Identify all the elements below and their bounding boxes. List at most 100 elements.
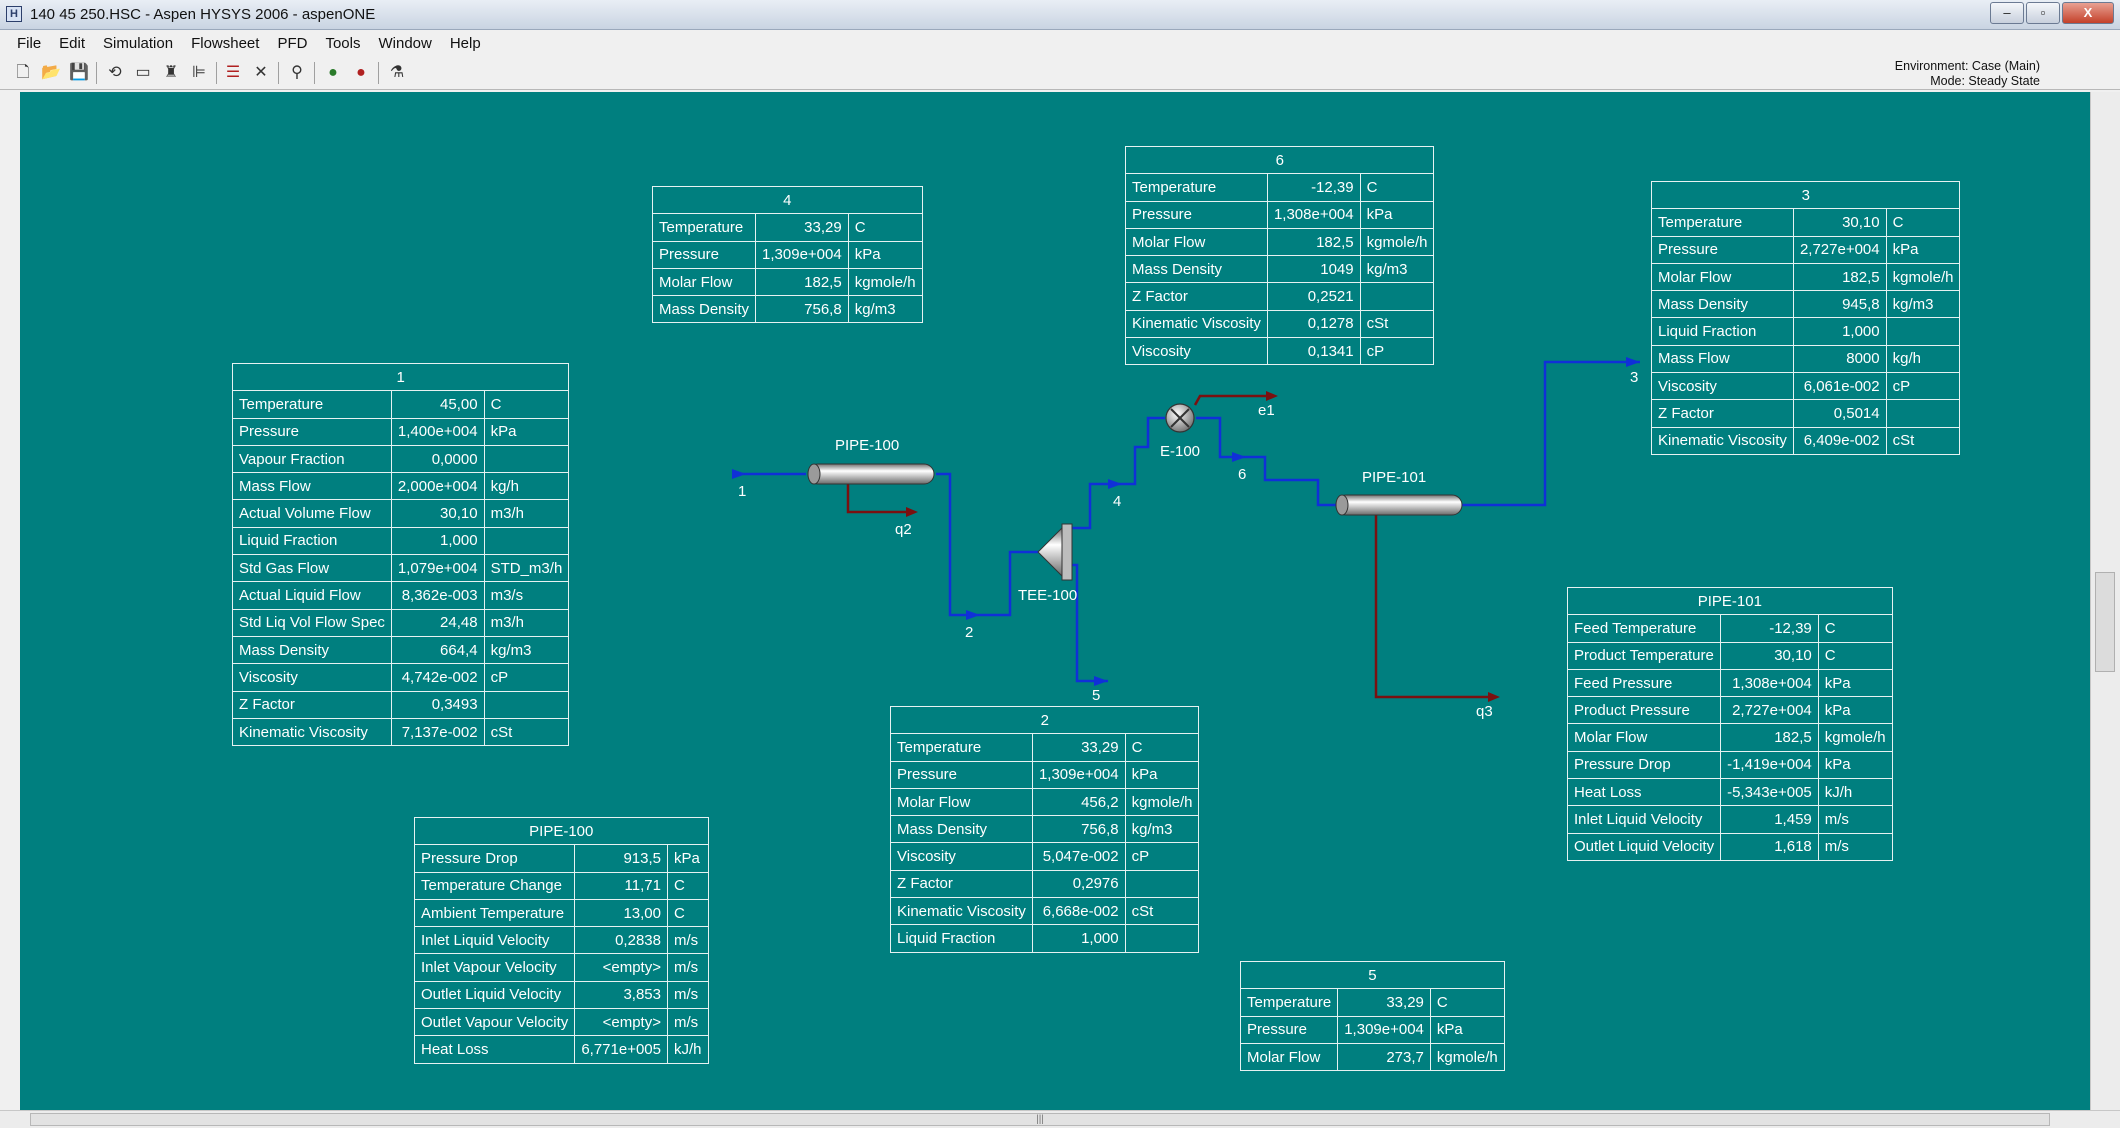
table-row[interactable]: Mass Density 1049 kg/m3 (1125, 255, 1435, 284)
table-row[interactable]: Mass Density 756,8 kg/m3 (890, 815, 1200, 844)
table-row[interactable]: Molar Flow 182,5 kgmole/h (1651, 262, 1961, 292)
table-row[interactable]: Ambient Temperature 13,00 C (413, 898, 709, 928)
table-row[interactable]: Product Temperature 30,10 C (1566, 641, 1893, 670)
table-row[interactable]: Pressure 1,309e+004 kPa (890, 760, 1200, 789)
table-row[interactable]: Liquid Fraction 1,000 (1651, 317, 1961, 346)
stream-3-table[interactable]: 3 Temperature 30,10 C Pressure 2,727e+004 kPa M… (1650, 180, 1961, 455)
pipe-101-table[interactable]: PIPE-101 Feed Temperature -12,39 C Product T… (1566, 586, 1893, 861)
table-row[interactable]: Pressure Drop 913,5 kPa (413, 844, 709, 873)
vertical-scrollbar[interactable] (2090, 92, 2120, 1110)
table-row[interactable]: Heat Loss -5,343e+005 kJ/h (1566, 778, 1893, 807)
table-row[interactable]: Inlet Liquid Velocity 0,2838 m/s (413, 926, 709, 955)
table-row[interactable]: Z Factor 0,5014 (1651, 399, 1961, 428)
table-row[interactable]: Temperature 33,29 C (1239, 988, 1505, 1017)
property-value: 0,2521 (1266, 282, 1361, 311)
table-row[interactable]: Std Gas Flow 1,079e+004 STD_m3/h (232, 554, 570, 583)
table-row[interactable]: Actual Volume Flow 30,10 m3/h (232, 499, 570, 528)
pipe-100-unit[interactable] (807, 463, 935, 485)
vertical-scroll-thumb[interactable] (2095, 572, 2115, 672)
table-row[interactable]: Molar Flow 182,5 kgmole/h (651, 267, 923, 297)
table-row[interactable]: Pressure 1,400e+004 kPa (232, 417, 570, 446)
property-value: 0,1341 (1266, 337, 1361, 366)
table-row[interactable]: Molar Flow 273,7 kgmole/h (1239, 1042, 1505, 1072)
property-unit: kgmole/h (1817, 723, 1893, 752)
table-row[interactable]: Mass Density 945,8 kg/m3 (1651, 290, 1961, 319)
table-row[interactable]: Heat Loss 6,771e+005 kJ/h (413, 1035, 709, 1064)
stream-2-table[interactable]: 2 Temperature 33,29 C Pressure 1,309e+004 kPa M… (889, 705, 1200, 953)
property-value: 1,309e+004 (1337, 1015, 1431, 1044)
stream-q2-line[interactable] (846, 482, 908, 514)
pipe-100-label: PIPE-100 (835, 437, 899, 454)
table-row[interactable]: Molar Flow 182,5 kgmole/h (1125, 227, 1435, 257)
table-row[interactable]: Kinematic Viscosity 6,409e-002 cSt (1651, 426, 1961, 455)
table-row[interactable]: Pressure Drop -1,419e+004 kPa (1566, 750, 1893, 780)
table-row[interactable]: Outlet Vapour Velocity <empty> m/s (413, 1008, 709, 1037)
table-row[interactable]: Mass Density 756,8 kg/m3 (651, 295, 923, 324)
pipe-100-table[interactable]: PIPE-100 Pressure Drop 913,5 kPa Temperature… (413, 816, 709, 1064)
stream-4-table[interactable]: 4 Temperature 33,29 C Pressure 1,309e+004 kPa M… (651, 185, 923, 324)
property-value: -5,343e+005 (1720, 778, 1819, 807)
table-row[interactable]: Viscosity 5,047e-002 cP (890, 842, 1200, 871)
property-value: 1,308e+004 (1720, 668, 1819, 698)
table-row[interactable]: Temperature 33,29 C (651, 213, 923, 242)
table-row[interactable]: Molar Flow 182,5 kgmole/h (1566, 723, 1893, 752)
stream-5-table[interactable]: 5 Temperature 33,29 C Pressure 1,309e+004 kPa M… (1239, 960, 1505, 1072)
property-value: 24,48 (390, 608, 485, 637)
table-row[interactable]: Outlet Liquid Velocity 3,853 m/s (413, 980, 709, 1010)
table-row[interactable]: Actual Liquid Flow 8,362e-003 m3/s (232, 581, 570, 610)
table-row[interactable]: Feed Pressure 1,308e+004 kPa (1566, 668, 1893, 698)
stream-3-line[interactable] (1462, 360, 1640, 507)
table-row[interactable]: Temperature 45,00 C (232, 390, 570, 419)
horizontal-scroll-thumb[interactable]: ||| (30, 1113, 2050, 1126)
table-row[interactable]: Viscosity 6,061e-002 cP (1651, 372, 1961, 401)
table-row[interactable]: Kinematic Viscosity 0,1278 cSt (1125, 309, 1435, 339)
table-row[interactable]: Kinematic Viscosity 6,668e-002 cSt (890, 897, 1200, 926)
property-unit: cSt (483, 717, 570, 747)
property-name: Std Gas Flow (232, 554, 392, 583)
table-row[interactable]: Z Factor 0,2521 (1125, 282, 1435, 311)
table-row[interactable]: Liquid Fraction 1,000 (232, 526, 570, 556)
stream-6-table[interactable]: 6 Temperature -12,39 C Pressure 1,308e+004 kPa… (1124, 145, 1435, 366)
table-row[interactable]: Pressure 1,309e+004 kPa (651, 240, 923, 269)
table-row[interactable]: Mass Flow 8000 kg/h (1651, 344, 1961, 374)
stream-q3-line[interactable] (1374, 515, 1490, 699)
e-100-unit[interactable] (1165, 403, 1195, 433)
table-row[interactable]: Molar Flow 456,2 kgmole/h (890, 787, 1200, 817)
property-value: 182,5 (1266, 227, 1361, 257)
stream-5-line[interactable] (1072, 563, 1108, 683)
table-row[interactable]: Pressure 1,308e+004 kPa (1125, 200, 1435, 229)
property-unit: cP (1885, 372, 1961, 401)
table-row[interactable]: Viscosity 0,1341 cP (1125, 337, 1435, 366)
table-row[interactable]: Mass Density 664,4 kg/m3 (232, 635, 570, 665)
stream-6-line[interactable] (1196, 416, 1336, 507)
table-row[interactable]: Inlet Vapour Velocity <empty> m/s (413, 953, 709, 982)
table-row[interactable]: Feed Temperature -12,39 C (1566, 614, 1893, 643)
horizontal-scrollbar[interactable]: ||| (0, 1110, 2120, 1128)
table-row[interactable]: Std Liq Vol Flow Spec 24,48 m3/h (232, 608, 570, 637)
table-row[interactable]: Kinematic Viscosity 7,137e-002 cSt (232, 717, 570, 747)
table-row[interactable]: Viscosity 4,742e-002 cP (232, 663, 570, 692)
stream-4-line[interactable] (1072, 416, 1165, 530)
property-name: Pressure (1651, 235, 1794, 264)
table-row[interactable]: Vapour Fraction 0,0000 (232, 444, 570, 474)
stream-e1-label: e1 (1258, 402, 1275, 419)
table-row[interactable]: Temperature 30,10 C (1651, 208, 1961, 237)
table-row[interactable]: Inlet Liquid Velocity 1,459 m/s (1566, 805, 1893, 834)
stream-5-label: 5 (1092, 687, 1100, 704)
table-row[interactable]: Temperature Change 11,71 C (413, 871, 709, 900)
table-row[interactable]: Pressure 1,309e+004 kPa (1239, 1015, 1505, 1044)
table-row[interactable]: Z Factor 0,3493 (232, 690, 570, 719)
stream-1-table[interactable]: 1 Temperature 45,00 C Pressure 1,400e+004 kPa V… (231, 362, 570, 747)
table-row[interactable]: Temperature -12,39 C (1125, 173, 1435, 202)
property-name: Heat Loss (413, 1035, 576, 1064)
table-row[interactable]: Temperature 33,29 C (890, 733, 1200, 762)
table-row[interactable]: Liquid Fraction 1,000 (890, 924, 1200, 953)
table-row[interactable]: Outlet Liquid Velocity 1,618 m/s (1566, 832, 1893, 861)
table-row[interactable]: Pressure 2,727e+004 kPa (1651, 235, 1961, 264)
property-value: 6,771e+005 (574, 1035, 668, 1064)
table-row[interactable]: Product Pressure 2,727e+004 kPa (1566, 696, 1893, 725)
table-row[interactable]: Z Factor 0,2976 (890, 869, 1200, 899)
tee-100-unit[interactable] (1037, 523, 1073, 581)
table-row[interactable]: Mass Flow 2,000e+004 kg/h (232, 472, 570, 501)
pipe-101-unit[interactable] (1335, 494, 1463, 516)
